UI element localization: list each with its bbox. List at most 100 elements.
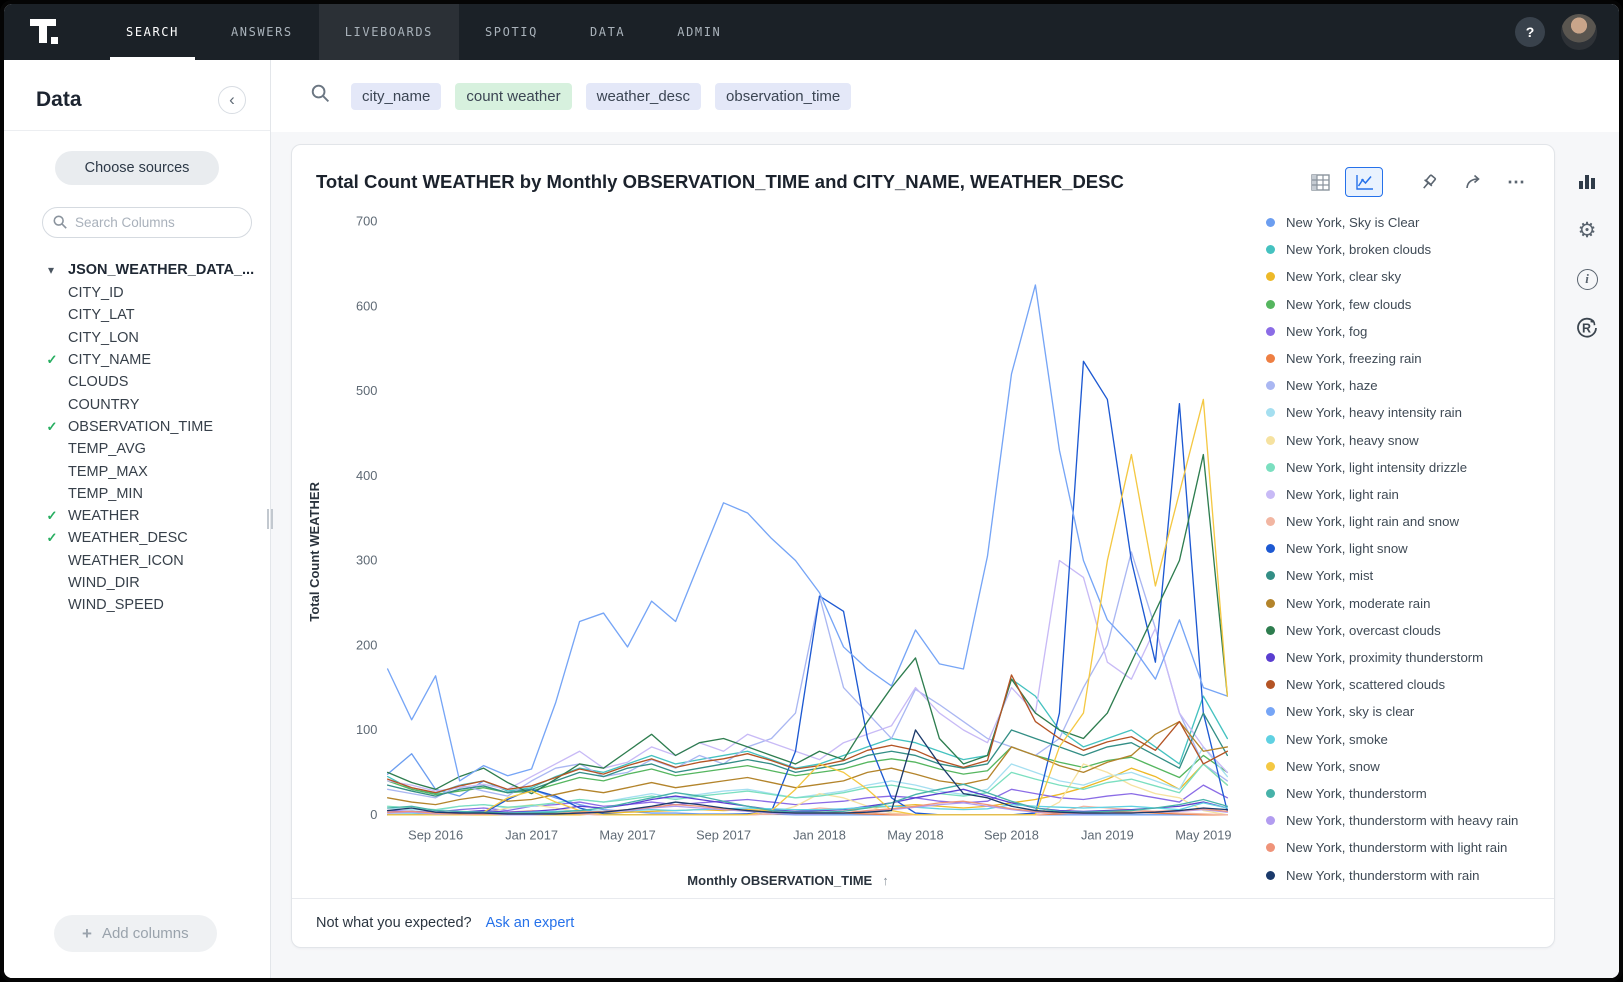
legend-item[interactable]: New York, light intensity drizzle — [1266, 460, 1544, 475]
search-token[interactable]: city_name — [351, 83, 441, 110]
legend-item[interactable]: New York, heavy snow — [1266, 433, 1544, 448]
sidebar-resize-handle[interactable] — [267, 509, 274, 529]
legend-dot — [1266, 626, 1275, 635]
column-item-wind_dir[interactable]: WIND_DIR — [4, 572, 270, 594]
query-tokens: city_name count weather weather_desc observ… — [351, 83, 851, 110]
legend-dot — [1266, 816, 1275, 825]
column-item-city_lon[interactable]: CITY_LON — [4, 327, 270, 349]
column-item-weather_desc[interactable]: ✓WEATHER_DESC — [4, 527, 270, 549]
legend-item[interactable]: New York, scattered clouds — [1266, 677, 1544, 692]
nav-item-search[interactable]: SEARCH — [100, 4, 205, 60]
nav-item-answers[interactable]: ANSWERS — [205, 4, 319, 60]
legend-item[interactable]: New York, mist — [1266, 568, 1544, 583]
column-item-country[interactable]: COUNTRY — [4, 393, 270, 415]
collapse-sidebar-button[interactable]: ‹ — [218, 86, 246, 114]
svg-text:0: 0 — [370, 807, 377, 822]
legend-item[interactable]: New York, thunderstorm with rain — [1266, 868, 1544, 883]
column-name: CITY_LON — [68, 330, 139, 346]
column-item-observation_time[interactable]: ✓OBSERVATION_TIME — [4, 416, 270, 438]
user-avatar[interactable] — [1561, 14, 1597, 50]
search-query-bar[interactable]: city_name count weather weather_desc observ… — [271, 60, 1619, 132]
column-item-city_id[interactable]: CITY_ID — [4, 282, 270, 304]
column-item-weather_icon[interactable]: WEATHER_ICON — [4, 550, 270, 572]
column-item-temp_avg[interactable]: TEMP_AVG — [4, 438, 270, 460]
sidebar-footer: + Add columns — [4, 915, 270, 978]
legend-item[interactable]: New York, Sky is Clear — [1266, 215, 1544, 230]
column-item-wind_speed[interactable]: WIND_SPEED — [4, 594, 270, 616]
pin-button[interactable] — [1409, 167, 1447, 197]
legend-item[interactable]: New York, light snow — [1266, 541, 1544, 556]
legend-label: New York, overcast clouds — [1286, 623, 1441, 638]
table-node[interactable]: ▾ JSON_WEATHER_DATA_... — [4, 258, 270, 282]
legend-item[interactable]: New York, broken clouds — [1266, 242, 1544, 257]
legend-item[interactable]: New York, few clouds — [1266, 297, 1544, 312]
column-item-clouds[interactable]: CLOUDS — [4, 371, 270, 393]
legend-item[interactable]: New York, thunderstorm with heavy rain — [1266, 813, 1544, 828]
choose-sources-button[interactable]: Choose sources — [55, 151, 220, 185]
legend-item[interactable]: New York, thunderstorm with light rain — [1266, 840, 1544, 855]
legend-label: New York, haze — [1286, 378, 1378, 393]
caret-down-icon: ▾ — [48, 263, 54, 277]
legend-item[interactable]: New York, thunderstorm — [1266, 786, 1544, 801]
svg-text:May 2017: May 2017 — [599, 827, 655, 842]
chart-series[interactable] — [388, 285, 1228, 781]
legend-item[interactable]: New York, sky is clear — [1266, 704, 1544, 719]
legend-item[interactable]: New York, clear sky — [1266, 269, 1544, 284]
legend-item[interactable]: New York, haze — [1266, 378, 1544, 393]
share-button[interactable] — [1455, 167, 1493, 197]
chart-series[interactable] — [388, 455, 1228, 794]
legend-item[interactable]: New York, light rain and snow — [1266, 514, 1544, 529]
legend-item[interactable]: New York, heavy intensity rain — [1266, 405, 1544, 420]
column-name: WEATHER_DESC — [68, 530, 188, 546]
column-item-weather[interactable]: ✓WEATHER — [4, 505, 270, 527]
right-icon-rail: ⚙ i R — [1561, 144, 1613, 948]
legend-item[interactable]: New York, moderate rain — [1266, 596, 1544, 611]
add-columns-button[interactable]: + Add columns — [54, 915, 217, 952]
column-item-temp_min[interactable]: TEMP_MIN — [4, 483, 270, 505]
search-token[interactable]: weather_desc — [586, 83, 701, 110]
table-view-button[interactable] — [1301, 167, 1339, 197]
sort-ascending-icon[interactable]: ↑ — [882, 873, 889, 888]
column-search — [42, 207, 252, 238]
search-token[interactable]: observation_time — [715, 83, 851, 110]
line-chart[interactable]: 0100200300400500600700Sep 2016Jan 2017Ma… — [326, 205, 1250, 862]
table-icon — [1311, 174, 1330, 191]
r-analysis-button[interactable]: R — [1570, 311, 1604, 345]
legend-label: New York, heavy snow — [1286, 433, 1419, 448]
answer-actions: ⋯ — [1301, 167, 1532, 197]
column-name: TEMP_AVG — [68, 441, 146, 457]
search-token[interactable]: count weather — [455, 83, 571, 110]
settings-button[interactable]: ⚙ — [1570, 213, 1604, 247]
column-item-city_lat[interactable]: CITY_LAT — [4, 304, 270, 326]
legend-item[interactable]: New York, freezing rain — [1266, 351, 1544, 366]
legend-item[interactable]: New York, snow — [1266, 759, 1544, 774]
legend-item[interactable]: New York, smoke — [1266, 732, 1544, 747]
change-visualization-button[interactable] — [1570, 164, 1604, 198]
legend-item[interactable]: New York, proximity thunderstorm — [1266, 650, 1544, 665]
svg-text:May 2019: May 2019 — [1175, 827, 1231, 842]
legend-item[interactable]: New York, light rain — [1266, 487, 1544, 502]
legend-dot — [1266, 735, 1275, 744]
legend-item[interactable]: New York, overcast clouds — [1266, 623, 1544, 638]
column-item-temp_max[interactable]: TEMP_MAX — [4, 460, 270, 482]
chart-series[interactable] — [388, 361, 1228, 815]
help-button[interactable]: ? — [1515, 17, 1545, 47]
column-item-city_name[interactable]: ✓CITY_NAME — [4, 349, 270, 371]
chart-series[interactable] — [388, 675, 1228, 793]
chart-series[interactable] — [388, 399, 1228, 814]
more-options-button[interactable]: ⋯ — [1501, 172, 1532, 193]
nav-item-admin[interactable]: ADMIN — [651, 4, 747, 60]
legend-dot — [1266, 871, 1275, 880]
legend-item[interactable]: New York, fog — [1266, 324, 1544, 339]
search-columns-input[interactable] — [42, 207, 252, 238]
chart-plot[interactable]: 0100200300400500600700Sep 2016Jan 2017Ma… — [326, 205, 1250, 862]
thoughtspot-logo-icon[interactable] — [28, 14, 64, 50]
chart-view-button[interactable] — [1345, 167, 1383, 197]
nav-item-data[interactable]: DATA — [564, 4, 651, 60]
legend-label: New York, broken clouds — [1286, 242, 1431, 257]
legend-dot — [1266, 300, 1275, 309]
ask-an-expert-link[interactable]: Ask an expert — [486, 915, 575, 931]
details-button[interactable]: i — [1570, 262, 1604, 296]
nav-item-spotiq[interactable]: SPOTIQ — [459, 4, 564, 60]
nav-item-liveboards[interactable]: LIVEBOARDS — [319, 4, 459, 60]
